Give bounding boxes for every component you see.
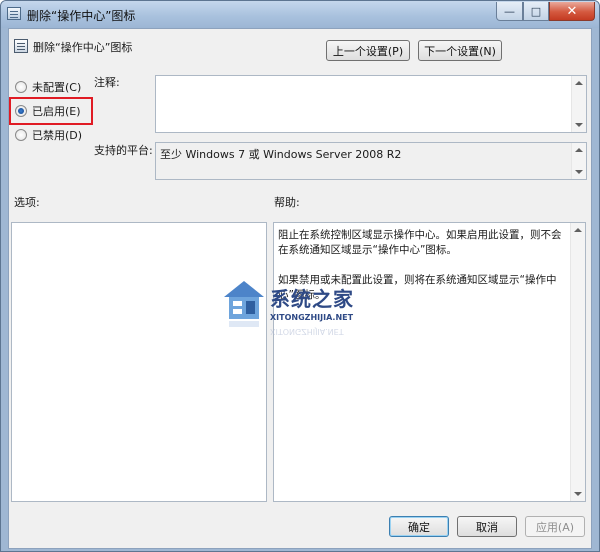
radio-disabled[interactable]: 已禁用(D) bbox=[15, 127, 82, 143]
watermark-brand: 系统之家 bbox=[270, 287, 354, 311]
maximize-button[interactable]: □ bbox=[523, 2, 549, 21]
window-title: 删除“操作中心”图标 bbox=[27, 9, 136, 23]
scroll-down-icon[interactable] bbox=[575, 170, 583, 174]
watermark-domain: XITONGZHIJIA.NET bbox=[270, 313, 354, 322]
scroll-up-icon[interactable] bbox=[575, 81, 583, 85]
policy-setting-window: 删除“操作中心”图标 — □ ✕ 删除“操作中心”图标 上一个设置(P) 下一个… bbox=[0, 0, 600, 552]
radio-button[interactable] bbox=[15, 81, 27, 93]
policy-name: 删除“操作中心”图标 bbox=[33, 41, 133, 54]
watermark-logo: 系统之家 XITONGZHIJIA.NET XITONGZHIJIA.NET bbox=[220, 269, 410, 349]
window-controls: — □ ✕ bbox=[496, 2, 595, 21]
apply-button[interactable]: 应用(A) bbox=[525, 516, 585, 537]
radio-label: 未配置(C) bbox=[32, 81, 82, 94]
help-scrollbar[interactable] bbox=[570, 223, 585, 501]
ok-button[interactable]: 确定 bbox=[389, 516, 449, 537]
platform-label: 支持的平台: bbox=[94, 144, 153, 157]
comment-textarea[interactable] bbox=[155, 75, 587, 133]
radio-not-configured[interactable]: 未配置(C) bbox=[15, 79, 81, 95]
scroll-down-icon[interactable] bbox=[574, 492, 582, 496]
help-label: 帮助: bbox=[274, 196, 300, 209]
platform-value: 至少 Windows 7 或 Windows Server 2008 R2 bbox=[160, 148, 402, 161]
cancel-button[interactable]: 取消 bbox=[457, 516, 517, 537]
options-panel bbox=[11, 222, 267, 502]
policy-document-icon bbox=[14, 39, 28, 53]
next-setting-button[interactable]: 下一个设置(N) bbox=[418, 40, 502, 61]
minimize-button[interactable]: — bbox=[496, 2, 523, 21]
scroll-down-icon[interactable] bbox=[575, 123, 583, 127]
scroll-up-icon[interactable] bbox=[574, 228, 582, 232]
annotation-highlight-box bbox=[9, 97, 93, 125]
title-bar[interactable]: 删除“操作中心”图标 — □ ✕ bbox=[1, 1, 599, 28]
radio-button[interactable] bbox=[15, 129, 27, 141]
options-label: 选项: bbox=[14, 196, 40, 209]
house-logo-icon bbox=[224, 281, 264, 327]
comment-scrollbar[interactable] bbox=[571, 76, 586, 132]
scroll-up-icon[interactable] bbox=[575, 148, 583, 152]
radio-label: 已禁用(D) bbox=[32, 129, 83, 142]
platform-field: 至少 Windows 7 或 Windows Server 2008 R2 bbox=[155, 142, 587, 180]
comment-label: 注释: bbox=[94, 76, 120, 89]
help-paragraph: 阻止在系统控制区域显示操作中心。如果启用此设置，则不会在系统通知区域显示“操作中… bbox=[278, 229, 562, 256]
watermark-reflection: XITONGZHIJIA.NET bbox=[270, 327, 344, 336]
platform-scrollbar[interactable] bbox=[571, 143, 586, 179]
help-panel: 阻止在系统控制区域显示操作中心。如果启用此设置，则不会在系统通知区域显示“操作中… bbox=[273, 222, 586, 502]
close-button[interactable]: ✕ bbox=[549, 2, 595, 21]
previous-setting-button[interactable]: 上一个设置(P) bbox=[326, 40, 410, 61]
policy-document-icon bbox=[7, 7, 21, 20]
